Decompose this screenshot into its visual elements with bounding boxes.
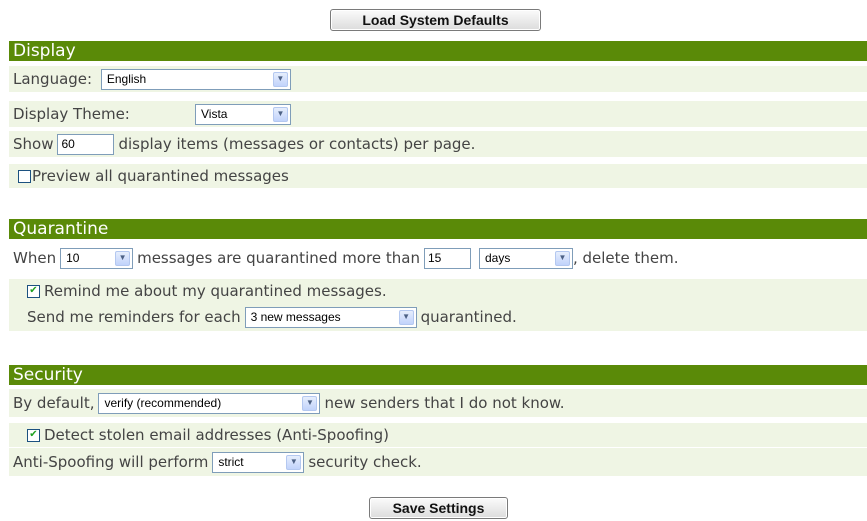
quarantine-end-text: , delete them. [572,249,679,267]
chevron-down-icon[interactable]: ▼ [115,250,131,266]
chevron-down-icon[interactable]: ▼ [272,71,288,87]
display-theme-select[interactable]: Vista ▼ [195,103,291,125]
security-section-header: Security [9,365,867,385]
language-select-value: English [106,72,147,86]
quarantine-section-header: Quarantine [9,219,867,239]
reminder-frequency-row: Send me reminders for each 3 new message… [9,303,867,331]
quarantine-age-input[interactable]: 15 [423,247,471,269]
anti-spoofing-row: ✔ Detect stolen email addresses (Anti-Sp… [9,423,867,447]
spoof-level-select[interactable]: strict ▼ [212,451,305,473]
display-section-header: Display [9,41,867,61]
reminder-frequency-value: 3 new messages [250,310,341,324]
spoof-level-label: Anti-Spoofing will perform [13,453,209,471]
preview-label[interactable]: Preview all quarantined messages [32,167,289,185]
chevron-down-icon[interactable]: ▼ [302,395,318,411]
remind-label[interactable]: Remind me about my quarantined messages. [44,282,387,300]
checkmark-icon: ✔ [29,429,38,440]
quarantine-count-select[interactable]: 10 ▼ [60,247,134,269]
quarantine-unit-value: days [484,251,511,265]
default-label: By default, [13,394,95,412]
reminder-frequency-select[interactable]: 3 new messages ▼ [244,306,417,328]
display-theme-select-value: Vista [201,107,228,121]
items-per-page-input[interactable]: 60 [57,133,115,155]
remind-checkbox[interactable]: ✔ [27,284,40,298]
show-items-row: Show 60 display items (messages or conta… [9,131,867,157]
display-theme-label: Display Theme: [13,105,130,123]
reminder-suffix: quarantined. [420,308,517,326]
language-label: Language: [13,70,97,88]
anti-spoofing-checkbox[interactable]: ✔ [27,428,40,442]
when-label: When [13,249,57,267]
default-action-row: By default, verify (recommended) ▼ new s… [9,389,867,417]
default-action-value: verify (recommended) [104,396,222,410]
chevron-down-icon[interactable]: ▼ [286,454,302,470]
chevron-down-icon[interactable]: ▼ [398,309,414,325]
quarantine-middle-text: messages are quarantined more than [137,249,420,267]
remind-row: ✔ Remind me about my quarantined message… [9,279,867,303]
show-suffix: display items (messages or contacts) per… [118,135,476,153]
preview-row: Preview all quarantined messages [9,164,867,188]
spoof-level-row: Anti-Spoofing will perform strict ▼ secu… [9,448,867,476]
show-label: Show [13,135,54,153]
language-row: Language: English ▼ [9,66,867,92]
quarantine-count-value: 10 [66,251,80,265]
chevron-down-icon[interactable]: ▼ [273,106,288,122]
default-action-select[interactable]: verify (recommended) ▼ [98,392,321,414]
anti-spoofing-label[interactable]: Detect stolen email addresses (Anti-Spoo… [44,426,389,444]
quarantine-delete-row: When 10 ▼ messages are quarantined more … [9,244,867,272]
load-system-defaults-button[interactable]: Load System Defaults [330,9,541,31]
checkmark-icon: ✔ [29,285,38,296]
spoof-level-suffix: security check. [308,453,422,471]
default-suffix: new senders that I do not know. [324,394,565,412]
quarantine-unit-select[interactable]: days ▼ [478,247,573,269]
reminder-label: Send me reminders for each [27,308,241,326]
preview-checkbox[interactable] [18,169,31,183]
spoof-level-value: strict [218,455,244,469]
save-settings-button[interactable]: Save Settings [369,497,508,519]
display-theme-row: Display Theme: Vista ▼ [9,101,867,127]
chevron-down-icon[interactable]: ▼ [554,250,570,266]
language-select[interactable]: English ▼ [100,68,291,90]
